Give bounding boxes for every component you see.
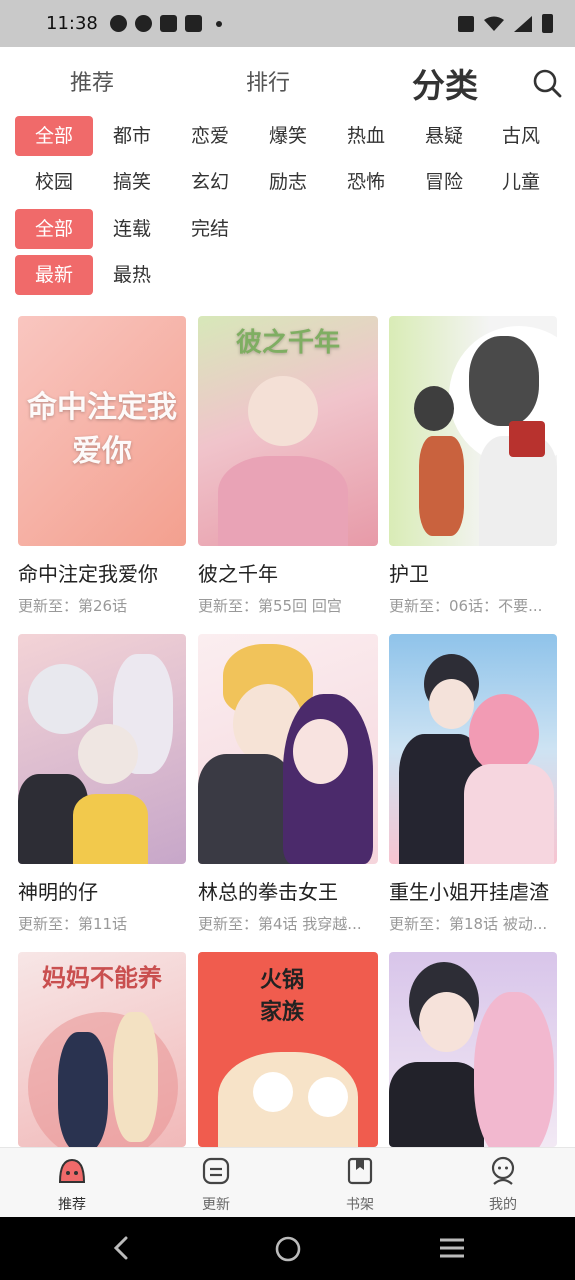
comic-cover	[389, 634, 557, 864]
cover-title-text: 妈妈不能养	[42, 964, 162, 992]
comic-cover: 火锅家族	[198, 952, 378, 1147]
recents-icon[interactable]	[438, 1235, 466, 1261]
comic-update: 更新至：第4话 我穿越...	[198, 915, 362, 933]
chip-sort-newest[interactable]: 最新	[15, 255, 93, 295]
comic-cover	[389, 952, 557, 1147]
chip-sort-hottest[interactable]: 最热	[93, 255, 171, 295]
cover-title-text: 火锅家族	[260, 968, 305, 1025]
genre-filter-row-1: 全部 都市 恋爱 爆笑 热血 悬疑 古风	[15, 116, 560, 156]
chip-status-serial[interactable]: 连载	[93, 209, 171, 249]
chip-genre-city[interactable]: 都市	[93, 116, 171, 156]
chip-genre-funny[interactable]: 搞笑	[93, 162, 171, 202]
comic-cover	[198, 634, 378, 864]
comic-update: 更新至：第55回 回宫	[198, 597, 342, 615]
chip-genre-mystery[interactable]: 悬疑	[405, 116, 483, 156]
comic-card[interactable]	[389, 952, 557, 1147]
chip-status-finished[interactable]: 完结	[171, 209, 249, 249]
status-filter-row: 全部 连载 完结	[15, 209, 265, 249]
chip-genre-action[interactable]: 热血	[327, 116, 405, 156]
check-icon	[134, 15, 152, 32]
battery-icon	[542, 14, 553, 33]
recommend-icon	[58, 1158, 86, 1183]
bag-icon	[159, 15, 177, 32]
tabbar-label: 书架	[346, 1197, 374, 1213]
comic-title: 神明的仔	[18, 880, 98, 904]
comic-card[interactable]: 妈妈不能养	[18, 952, 186, 1147]
chip-genre-lol[interactable]: 爆笑	[249, 116, 327, 156]
bottom-tab-bar: 推荐 更新 书架 我的	[0, 1147, 575, 1217]
comic-title: 命中注定我爱你	[18, 562, 158, 586]
comic-update: 更新至：第18话 被动...	[389, 915, 548, 933]
tab-ranking[interactable]: 排行	[246, 65, 290, 97]
chip-status-all[interactable]: 全部	[15, 209, 93, 249]
comic-card[interactable]: 护卫 更新至：06话：不要...	[389, 316, 557, 616]
status-bar: 11:38	[0, 0, 575, 47]
tabbar-label: 推荐	[58, 1197, 86, 1213]
chip-genre-inspire[interactable]: 励志	[249, 162, 327, 202]
comic-update: 更新至：06话：不要...	[389, 597, 543, 615]
cover-title-text: 命中注定我爱你	[27, 390, 177, 469]
comic-title: 林总的拳击女王	[198, 880, 338, 904]
comic-cover: 妈妈不能养	[18, 952, 186, 1147]
tabbar-label: 我的	[489, 1197, 517, 1213]
comic-card[interactable]: 彼之千年 彼之千年 更新至：第55回 回宫	[198, 316, 378, 616]
chip-genre-fantasy[interactable]: 玄幻	[171, 162, 249, 202]
tabbar-item-recommend[interactable]: 推荐	[32, 1156, 112, 1214]
more-notifications-icon	[215, 20, 222, 27]
profile-icon	[491, 1156, 515, 1185]
top-nav: 推荐 排行 分类	[0, 47, 575, 115]
tab-recommend[interactable]: 推荐	[70, 65, 114, 97]
tabbar-label: 更新	[202, 1197, 230, 1213]
bookshelf-icon	[347, 1157, 373, 1185]
comic-cover	[389, 316, 557, 546]
wifi-icon	[484, 16, 504, 31]
comic-update: 更新至：第11话	[18, 915, 128, 933]
back-icon[interactable]	[110, 1235, 134, 1261]
tabbar-item-updates[interactable]: 更新	[176, 1156, 256, 1214]
tabbar-item-mine[interactable]: 我的	[463, 1156, 543, 1214]
comic-title: 彼之千年	[198, 562, 278, 586]
comic-card[interactable]: 重生小姐开挂虐渣 更新至：第18话 被动...	[389, 634, 557, 934]
comic-card[interactable]: 命中注定我爱你 命中注定我爱你 更新至：第26话	[18, 316, 186, 616]
signal-icon	[514, 15, 532, 32]
tabbar-item-bookshelf[interactable]: 书架	[320, 1156, 400, 1214]
chip-genre-adventure[interactable]: 冒险	[405, 162, 483, 202]
chip-genre-all[interactable]: 全部	[15, 116, 93, 156]
message-icon	[109, 15, 127, 32]
chip-genre-kids[interactable]: 儿童	[482, 162, 560, 202]
chip-genre-campus[interactable]: 校园	[15, 162, 93, 202]
vibrate-icon	[458, 15, 474, 32]
comic-card[interactable]: 林总的拳击女王 更新至：第4话 我穿越...	[198, 634, 378, 934]
chip-genre-ancient[interactable]: 古风	[482, 116, 560, 156]
chip-genre-romance[interactable]: 恋爱	[171, 116, 249, 156]
system-nav-bar	[0, 1217, 575, 1280]
comic-card[interactable]: 神明的仔 更新至：第11话	[18, 634, 186, 934]
search-icon[interactable]	[532, 68, 562, 98]
updates-icon	[202, 1157, 230, 1185]
comic-title: 重生小姐开挂虐渣	[389, 880, 549, 904]
comic-cover: 彼之千年	[198, 316, 378, 546]
comic-card[interactable]: 火锅家族	[198, 952, 378, 1147]
genre-filter-row-2: 校园 搞笑 玄幻 励志 恐怖 冒险 儿童	[15, 162, 560, 202]
bag-icon	[184, 15, 202, 32]
cover-title-text: 彼之千年	[235, 328, 340, 358]
comic-update: 更新至：第26话	[18, 597, 128, 615]
comic-cover: 命中注定我爱你	[18, 316, 186, 546]
sort-filter-row: 最新 最热	[15, 255, 185, 295]
home-icon[interactable]	[274, 1235, 302, 1263]
comic-cover	[18, 634, 186, 864]
system-icons	[458, 14, 553, 33]
comic-title: 护卫	[389, 562, 429, 586]
chip-genre-horror[interactable]: 恐怖	[327, 162, 405, 202]
status-time: 11:38	[46, 13, 98, 34]
tab-category[interactable]: 分类	[412, 59, 478, 107]
notification-icons	[109, 15, 222, 32]
